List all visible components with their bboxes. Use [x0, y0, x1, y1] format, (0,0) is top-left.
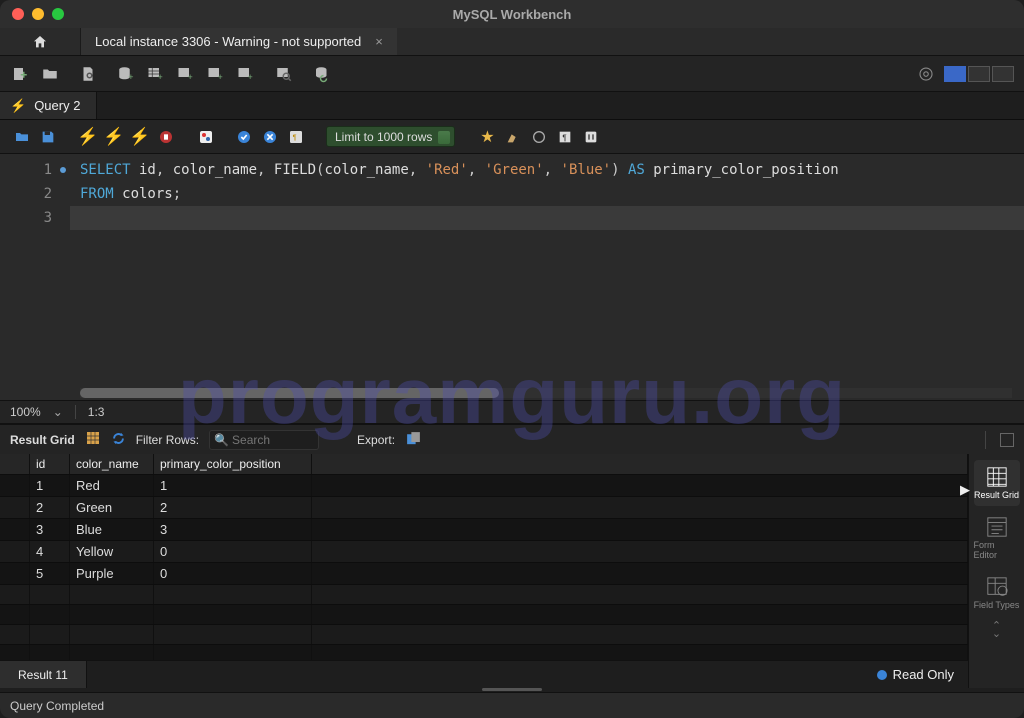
rollback-icon[interactable] — [260, 127, 280, 147]
titlebar: MySQL Workbench — [0, 0, 1024, 28]
svg-text:¶: ¶ — [293, 132, 297, 141]
save-file-icon[interactable] — [38, 127, 58, 147]
query-tab[interactable]: ⚡ Query 2 — [0, 92, 97, 119]
toggle-autocommit-icon[interactable] — [196, 127, 216, 147]
layout-right-panel-button[interactable] — [992, 66, 1014, 82]
close-tab-icon[interactable]: × — [375, 34, 383, 49]
create-view-icon[interactable]: + — [176, 64, 196, 84]
table-row-empty — [0, 645, 968, 660]
query-toolbar: ⚡ ⚡ ⚡ ¶ Limit to 1000 rows ★ ¶ — [0, 120, 1024, 154]
result-tabs-row: Result 11 Read Only — [0, 660, 968, 688]
stop-icon[interactable] — [156, 127, 176, 147]
explain-icon[interactable]: ⚡ — [130, 127, 150, 147]
settings-icon[interactable] — [916, 64, 936, 84]
status-text: Query Completed — [10, 699, 104, 713]
side-form-editor-button[interactable]: Form Editor — [974, 510, 1020, 566]
refresh-icon[interactable] — [111, 431, 126, 449]
query-tab-label: Query 2 — [34, 98, 80, 113]
result-side-panel: ▶ Result Grid Form Editor Field Types ⌃⌄ — [968, 454, 1024, 688]
export-label: Export: — [357, 433, 395, 447]
table-row-empty — [0, 625, 968, 645]
svg-text:+: + — [218, 72, 223, 82]
statement-marker-icon — [60, 167, 66, 173]
table-row[interactable]: 3Blue3 — [0, 519, 968, 541]
open-sql-file-icon[interactable] — [40, 64, 60, 84]
column-header[interactable]: color_name — [70, 454, 154, 474]
inspector-icon[interactable] — [78, 64, 98, 84]
result-grid[interactable]: id color_name primary_color_position 1Re… — [0, 454, 968, 660]
invisible-chars-icon[interactable] — [529, 127, 549, 147]
export-icon[interactable] — [405, 430, 422, 450]
window-title: MySQL Workbench — [0, 7, 1024, 22]
query-tab-row: ⚡ Query 2 — [0, 92, 1024, 120]
code-area[interactable]: SELECT id, color_name, FIELD(color_name,… — [70, 154, 1024, 400]
home-tab[interactable] — [0, 28, 80, 55]
connection-tab-label: Local instance 3306 - Warning - not supp… — [95, 34, 361, 49]
svg-text:+: + — [248, 72, 253, 82]
sql-editor[interactable]: 1 2 3 SELECT id, color_name, FIELD(color… — [0, 154, 1024, 400]
grid-view-icon[interactable] — [85, 430, 101, 449]
result-grid-label: Result Grid — [10, 433, 75, 447]
table-row-empty — [0, 605, 968, 625]
filter-label: Filter Rows: — [136, 433, 199, 447]
svg-text:¶: ¶ — [563, 133, 567, 142]
table-row[interactable]: 5Purple0 — [0, 563, 968, 585]
find-icon[interactable] — [503, 127, 523, 147]
connection-tab[interactable]: Local instance 3306 - Warning - not supp… — [80, 28, 397, 55]
table-row[interactable]: 2Green2 — [0, 497, 968, 519]
svg-text:+: + — [158, 72, 163, 82]
beautify-icon[interactable]: ★ — [477, 127, 497, 147]
wrap-cell-icon[interactable] — [1000, 433, 1014, 447]
read-only-indicator: Read Only — [877, 661, 968, 688]
line-gutter: 1 2 3 — [0, 154, 70, 400]
layout-left-panel-button[interactable] — [944, 66, 966, 82]
home-icon — [32, 34, 48, 50]
create-schema-icon[interactable]: + — [116, 64, 136, 84]
search-table-icon[interactable] — [274, 64, 294, 84]
layout-bottom-panel-button[interactable] — [968, 66, 990, 82]
side-field-types-button[interactable]: Field Types — [974, 570, 1020, 616]
connection-tab-row: Local instance 3306 - Warning - not supp… — [0, 28, 1024, 56]
column-header[interactable]: primary_color_position — [154, 454, 312, 474]
side-result-grid-button[interactable]: Result Grid — [974, 460, 1020, 506]
side-scroll-chevrons[interactable]: ⌃⌄ — [992, 622, 1001, 638]
new-sql-tab-icon[interactable] — [10, 64, 30, 84]
snippets-icon[interactable] — [581, 127, 601, 147]
collapse-side-icon[interactable]: ▶ — [960, 482, 970, 498]
column-header[interactable]: id — [30, 454, 70, 474]
grid-header-row: id color_name primary_color_position — [0, 454, 968, 475]
row-limit-select[interactable]: Limit to 1000 rows — [326, 126, 455, 147]
svg-text:+: + — [188, 72, 193, 82]
reconnect-icon[interactable] — [312, 64, 332, 84]
execute-current-icon[interactable]: ⚡ — [104, 127, 124, 147]
create-procedure-icon[interactable]: + — [206, 64, 226, 84]
search-icon: 🔍 — [214, 433, 229, 447]
row-limit-label: Limit to 1000 rows — [335, 130, 432, 144]
zoom-level[interactable]: 100% — [10, 405, 41, 419]
wrap-icon[interactable]: ¶ — [555, 127, 575, 147]
toggle-whitespace-icon[interactable]: ¶ — [286, 127, 306, 147]
execute-icon[interactable]: ⚡ — [78, 127, 98, 147]
create-table-icon[interactable]: + — [146, 64, 166, 84]
svg-text:+: + — [128, 72, 133, 82]
readonly-dot-icon — [877, 670, 887, 680]
editor-horizontal-scrollbar[interactable] — [80, 388, 1012, 398]
lightning-icon: ⚡ — [10, 98, 26, 114]
editor-status-bar: 100% ⌄ 1:3 — [0, 400, 1024, 424]
main-toolbar: + + + + + — [0, 56, 1024, 92]
commit-icon[interactable] — [234, 127, 254, 147]
create-function-icon[interactable]: + — [236, 64, 256, 84]
status-bar: Query Completed — [0, 692, 1024, 718]
table-row[interactable]: 4Yellow0 — [0, 541, 968, 563]
result-toolbar: Result Grid Filter Rows: 🔍 Export: — [0, 424, 1024, 454]
result-tab[interactable]: Result 11 — [0, 661, 87, 688]
cursor-position: 1:3 — [88, 405, 105, 419]
open-file-icon[interactable] — [12, 127, 32, 147]
table-row[interactable]: 1Red1 — [0, 475, 968, 497]
zoom-chevron-icon[interactable]: ⌄ — [53, 405, 63, 419]
table-row-empty — [0, 585, 968, 605]
